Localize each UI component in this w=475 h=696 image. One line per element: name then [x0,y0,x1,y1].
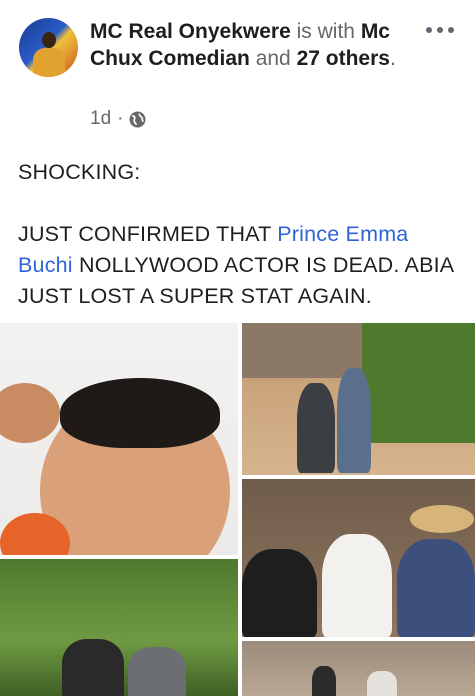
author-name[interactable]: MC Real Onyekwere [90,20,291,43]
photo-trees [362,323,475,443]
globe-icon[interactable] [129,111,146,128]
post-meta: 1d · [90,108,146,130]
avatar[interactable] [19,18,78,77]
post-body: SHOCKING: JUST CONFIRMED THAT Prince Emm… [18,157,458,312]
and-word: and [255,47,291,70]
post-header: MC Real Onyekwere is with Mc Chux Comedi… [0,0,475,150]
post-line-2: JUST CONFIRMED THAT Prince Emma Buchi NO… [18,219,458,312]
road-photo[interactable] [242,323,475,475]
post-author-line: MC Real Onyekwere is with Mc Chux Comedi… [90,18,410,72]
photo-person-1 [312,666,336,696]
others-link[interactable]: 27 others [297,47,390,70]
post-line-1: SHOCKING: [18,160,141,184]
photo-building [242,323,362,378]
avatar-body [33,48,65,77]
photo-person-2 [322,534,392,637]
post-text-suffix: NOLLYWOOD ACTOR IS DEAD. ABIA JUST LOST … [18,253,454,308]
photo-person-1 [297,383,335,473]
meta-separator: · [117,108,124,129]
photo-person-2 [128,647,186,696]
group-photo[interactable] [242,479,475,637]
with-word: is with [296,20,355,43]
photo-person-1 [242,549,317,637]
photo-person-2 [337,368,371,473]
avatar-head [42,32,56,48]
street-photo[interactable] [242,641,475,696]
photo-hair [60,378,220,448]
photo-person-1 [62,639,124,696]
post-time[interactable]: 1d [90,108,111,130]
photo-hat [410,505,474,533]
more-options-icon[interactable] [424,20,456,40]
period: . [389,47,396,70]
photo-grid [0,323,475,696]
selfie-photo[interactable] [0,323,238,555]
photo-person-3 [397,539,475,637]
forest-photo[interactable] [0,559,238,696]
dot-icon [426,27,432,33]
dot-icon [448,27,454,33]
photo-hand [0,383,60,443]
photo-person-2 [367,671,397,696]
post-text-prefix: JUST CONFIRMED THAT [18,222,278,246]
dot-icon [437,27,443,33]
